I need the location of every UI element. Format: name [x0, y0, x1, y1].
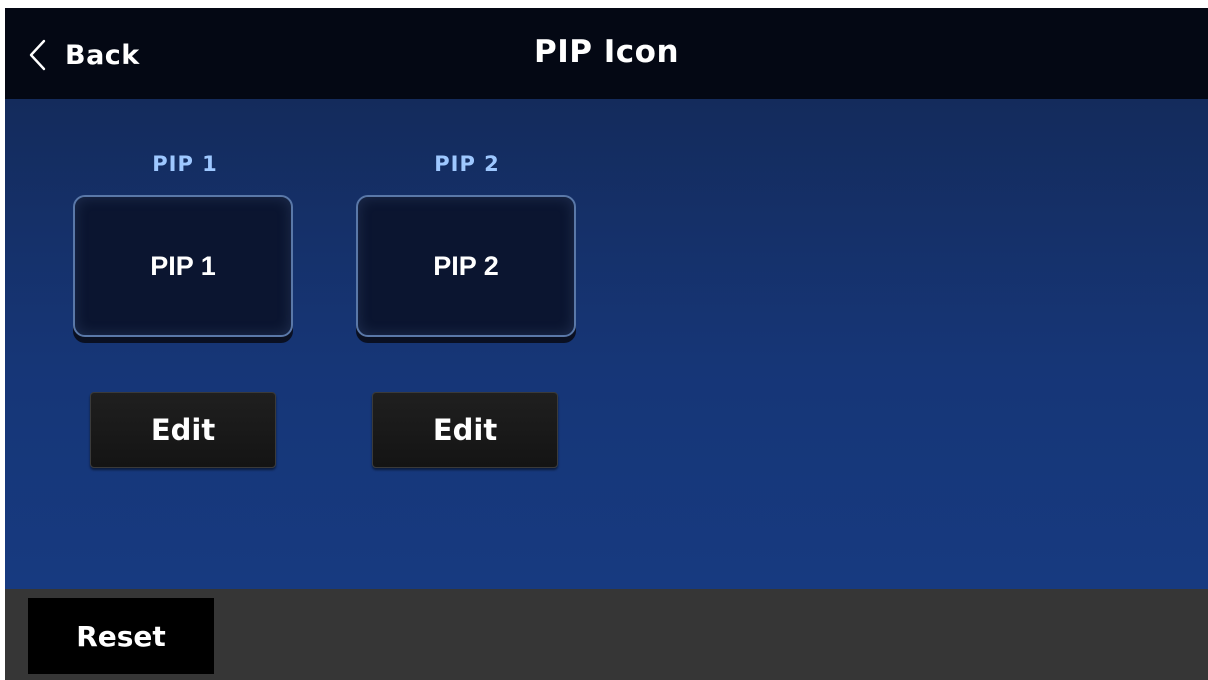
pip-1-edit-button[interactable]: Edit [90, 392, 276, 468]
pip-icon-screen: Back PIP Icon PIP 1 PIP 1 Edit PIP 2 PIP… [5, 8, 1208, 680]
reset-button[interactable]: Reset [28, 598, 214, 674]
header-bar: Back PIP Icon [5, 8, 1208, 99]
pip-1-label: PIP 1 [152, 152, 218, 176]
pip-2-tile[interactable]: PIP 2 [356, 195, 576, 337]
pip-2-edit-button[interactable]: Edit [372, 392, 558, 468]
pip-content-area: PIP 1 PIP 1 Edit PIP 2 PIP 2 Edit [5, 99, 1208, 589]
pip-1-tile[interactable]: PIP 1 [73, 195, 293, 337]
page-title: PIP Icon [533, 34, 680, 70]
pip-2-label: PIP 2 [434, 152, 500, 176]
footer-bar: Reset [5, 589, 1208, 680]
